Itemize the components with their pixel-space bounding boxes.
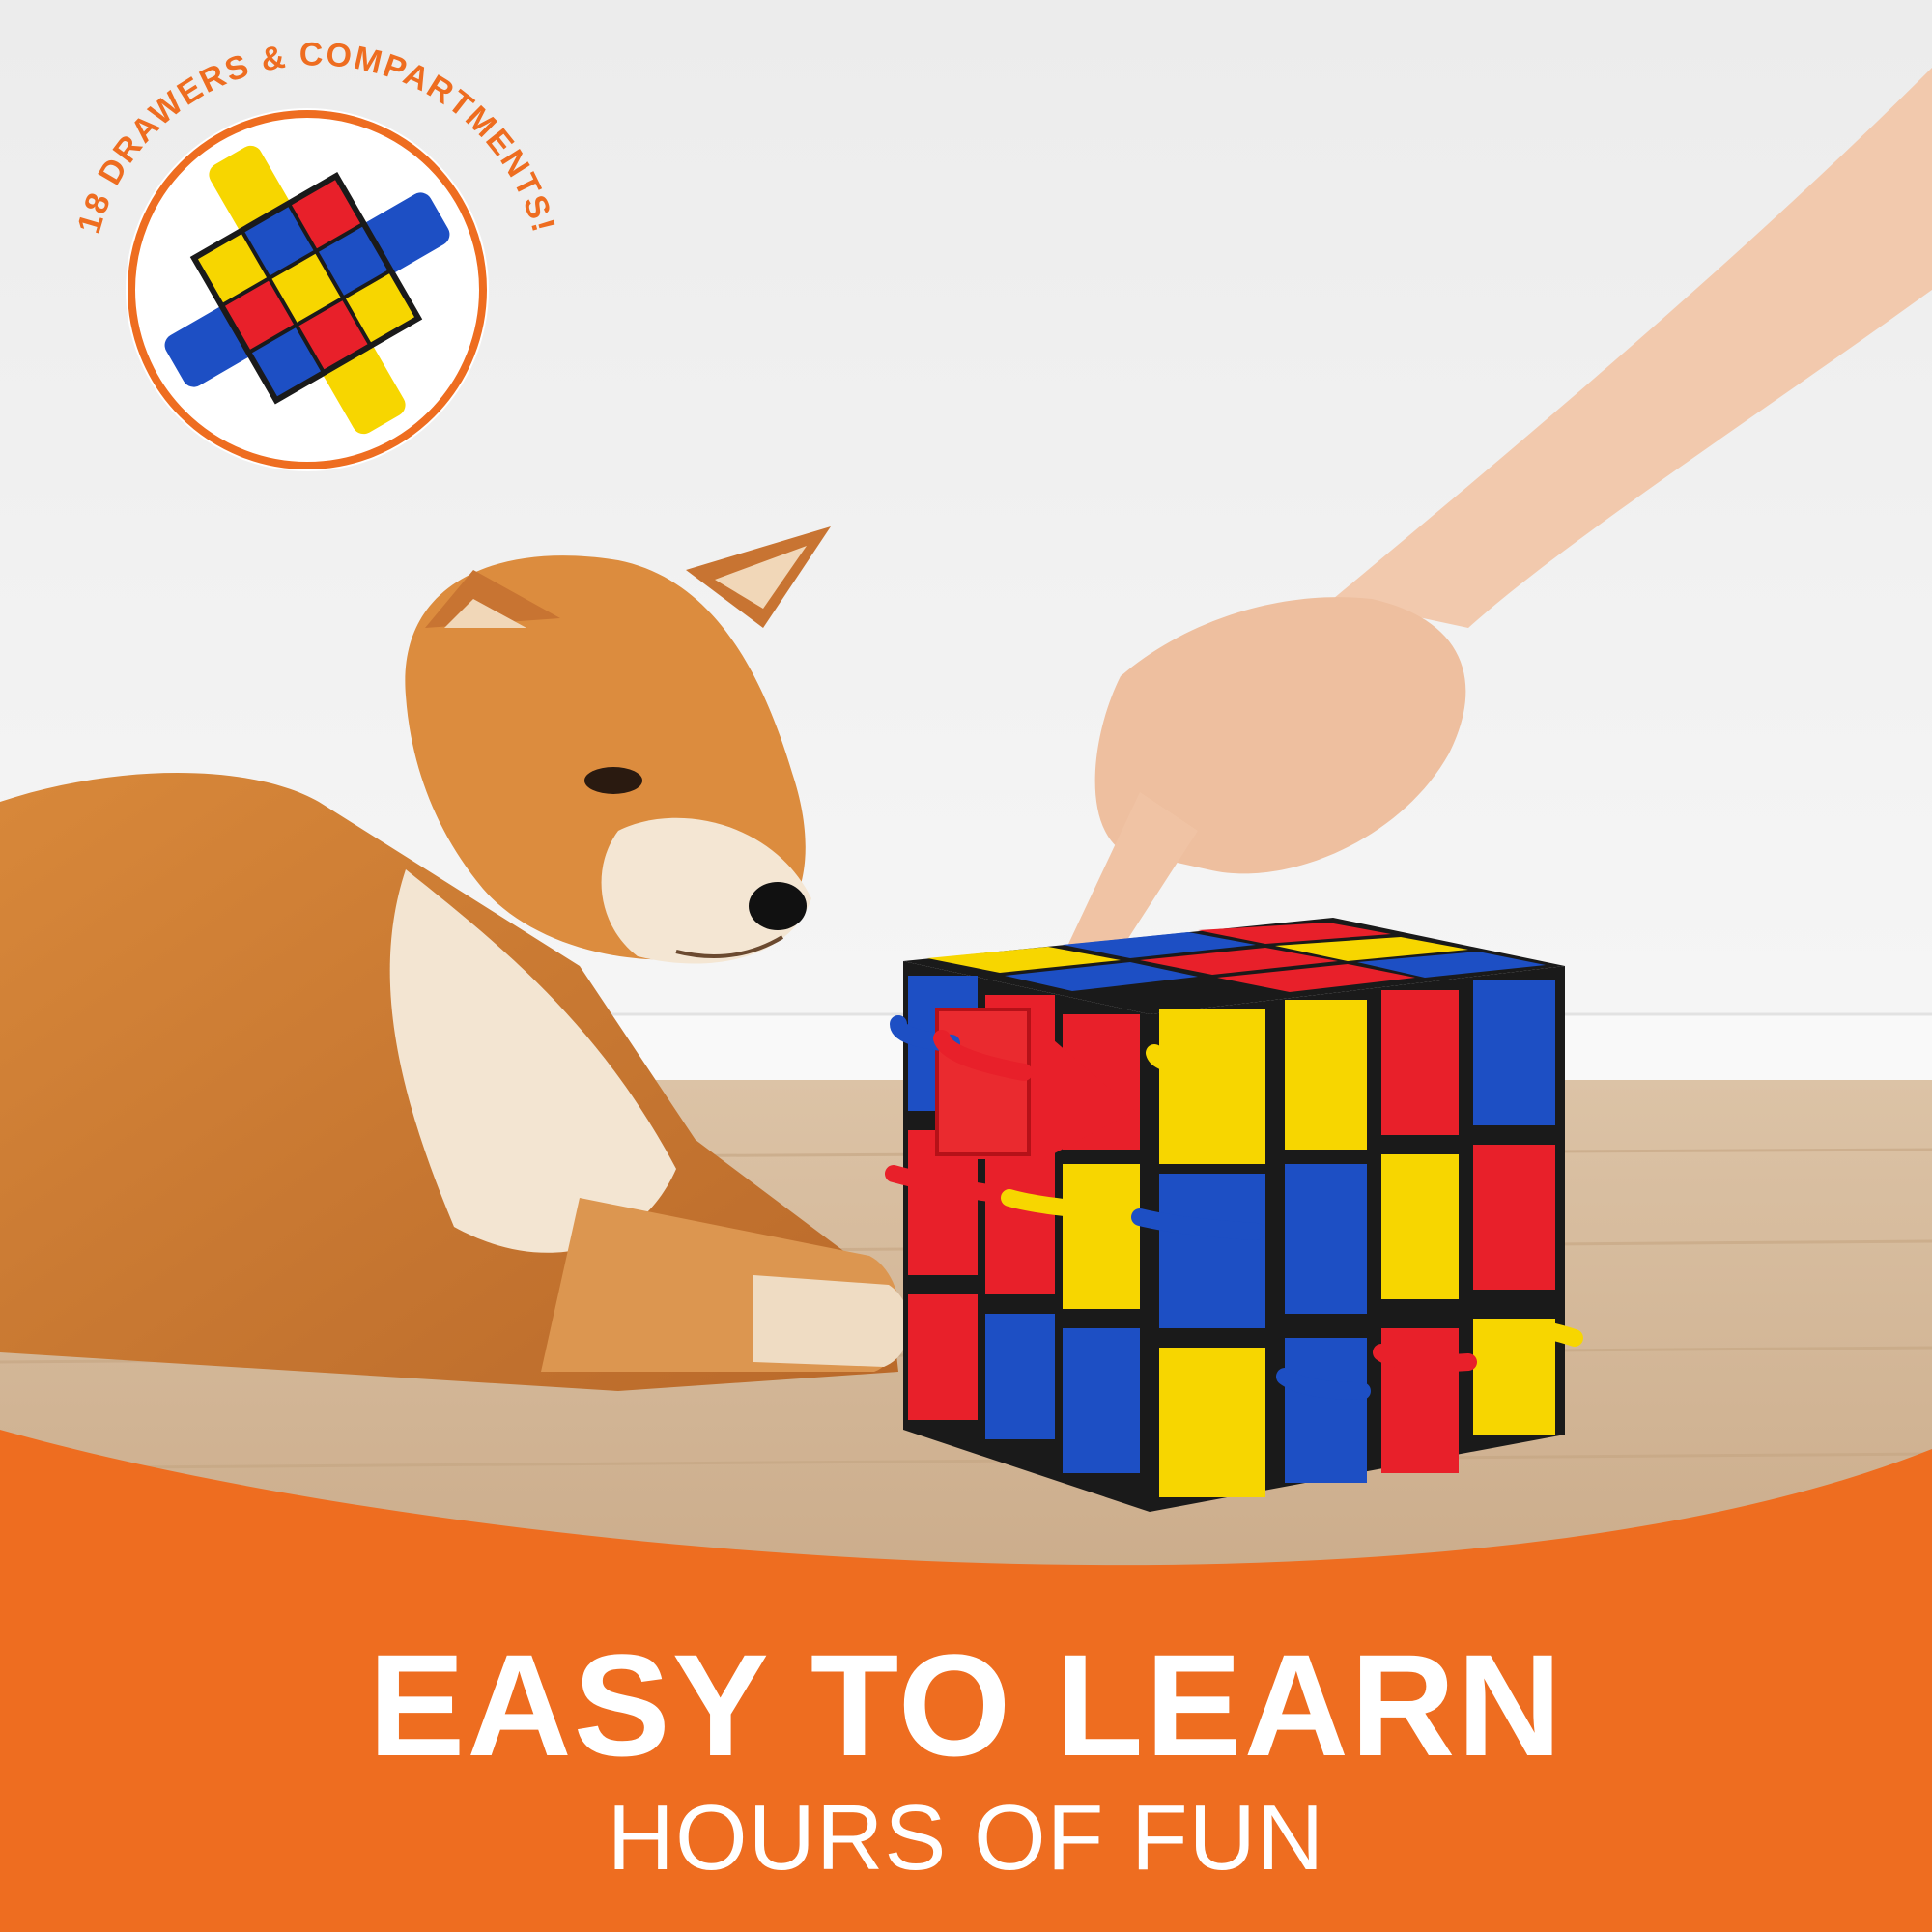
puzzle-cube-toy-photo xyxy=(885,918,1583,1512)
subheadline: HOURS OF FUN xyxy=(607,1786,1325,1889)
headline: EASY TO LEARN xyxy=(368,1624,1564,1786)
product-image: 18 DRAWERS & COMPARTMENTS! EASY TO LEARN… xyxy=(0,0,1932,1932)
